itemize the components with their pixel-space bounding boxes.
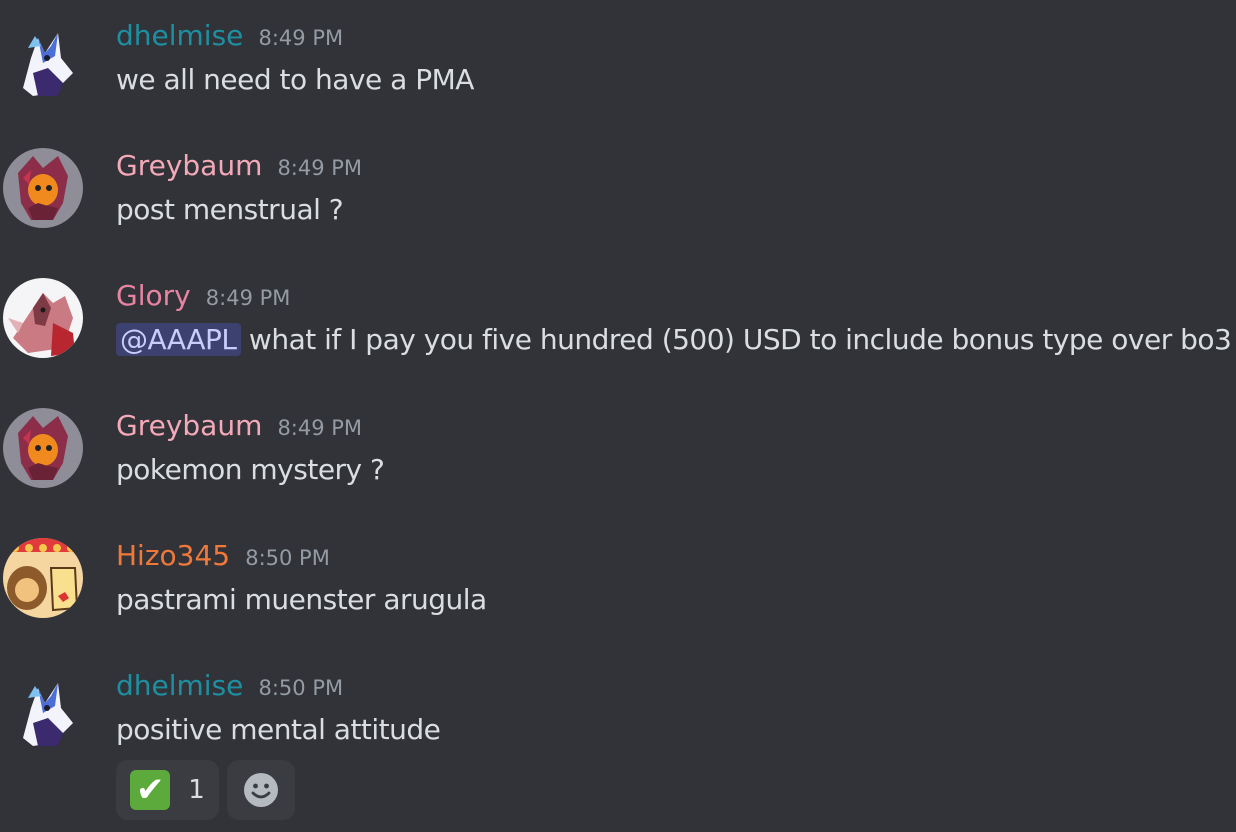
message-text: pokemon mystery ? (116, 453, 385, 486)
message-text: positive mental attitude (116, 713, 441, 746)
username[interactable]: Hizo345 (116, 539, 230, 572)
check-mark-icon: ✔ (130, 770, 171, 810)
message-header: Greybaum 8:49 PM (116, 406, 362, 450)
message-header: dhelmise 8:49 PM (116, 16, 343, 60)
timestamp: 8:50 PM (245, 546, 330, 570)
message-text: @AAAPL what if I pay you five hundred (5… (116, 320, 1232, 360)
avatar[interactable] (3, 538, 83, 618)
smiley-face-icon (244, 773, 278, 807)
reaction-count: 1 (188, 775, 205, 805)
message-item: dhelmise 8:49 PM we all need to have a P… (0, 0, 1236, 130)
timestamp: 8:49 PM (258, 26, 344, 50)
message-text: we all need to have a PMA (116, 63, 474, 96)
username[interactable]: Glory (116, 279, 191, 312)
message-header: Hizo345 8:50 PM (116, 536, 330, 580)
timestamp: 8:49 PM (277, 416, 363, 440)
avatar[interactable] (3, 278, 83, 358)
avatar[interactable] (3, 408, 83, 488)
add-reaction-button[interactable] (227, 760, 295, 820)
message-item: Glory 8:49 PM @AAAPL what if I pay you f… (0, 260, 1236, 390)
reaction-check-button[interactable]: ✔ 1 (116, 760, 219, 820)
message-text: post menstrual ? (116, 193, 344, 226)
message-header: dhelmise 8:50 PM (116, 666, 343, 710)
username[interactable]: dhelmise (116, 19, 243, 52)
message-item: Greybaum 8:49 PM post menstrual ? (0, 130, 1236, 260)
cartoon-faces-avatar-icon (3, 538, 83, 618)
avatar[interactable] (3, 148, 83, 228)
reactions-bar: ✔ 1 (116, 760, 295, 820)
message-header: Greybaum 8:49 PM (116, 146, 362, 190)
message-text-body: what if I pay you five hundred (500) USD… (240, 323, 1232, 356)
timestamp: 8:49 PM (277, 156, 363, 180)
username[interactable]: Greybaum (116, 409, 262, 442)
avatar[interactable] (3, 18, 83, 98)
blue-fox-avatar-icon (3, 18, 83, 98)
red-creature-avatar-icon (3, 278, 83, 358)
message-item: Hizo345 8:50 PM pastrami muenster arugul… (0, 520, 1236, 650)
message-item: Greybaum 8:49 PM pokemon mystery ? (0, 390, 1236, 520)
message-text: pastrami muenster arugula (116, 583, 487, 616)
blue-fox-avatar-icon (3, 668, 83, 748)
timestamp: 8:50 PM (258, 676, 344, 700)
username[interactable]: dhelmise (116, 669, 243, 702)
username[interactable]: Greybaum (116, 149, 262, 182)
message-header: Glory 8:49 PM (116, 276, 290, 320)
orange-monster-avatar-icon (3, 408, 83, 488)
user-mention[interactable]: @AAAPL (116, 323, 241, 356)
avatar[interactable] (3, 668, 83, 748)
timestamp: 8:49 PM (205, 286, 291, 310)
orange-monster-avatar-icon (3, 148, 83, 228)
